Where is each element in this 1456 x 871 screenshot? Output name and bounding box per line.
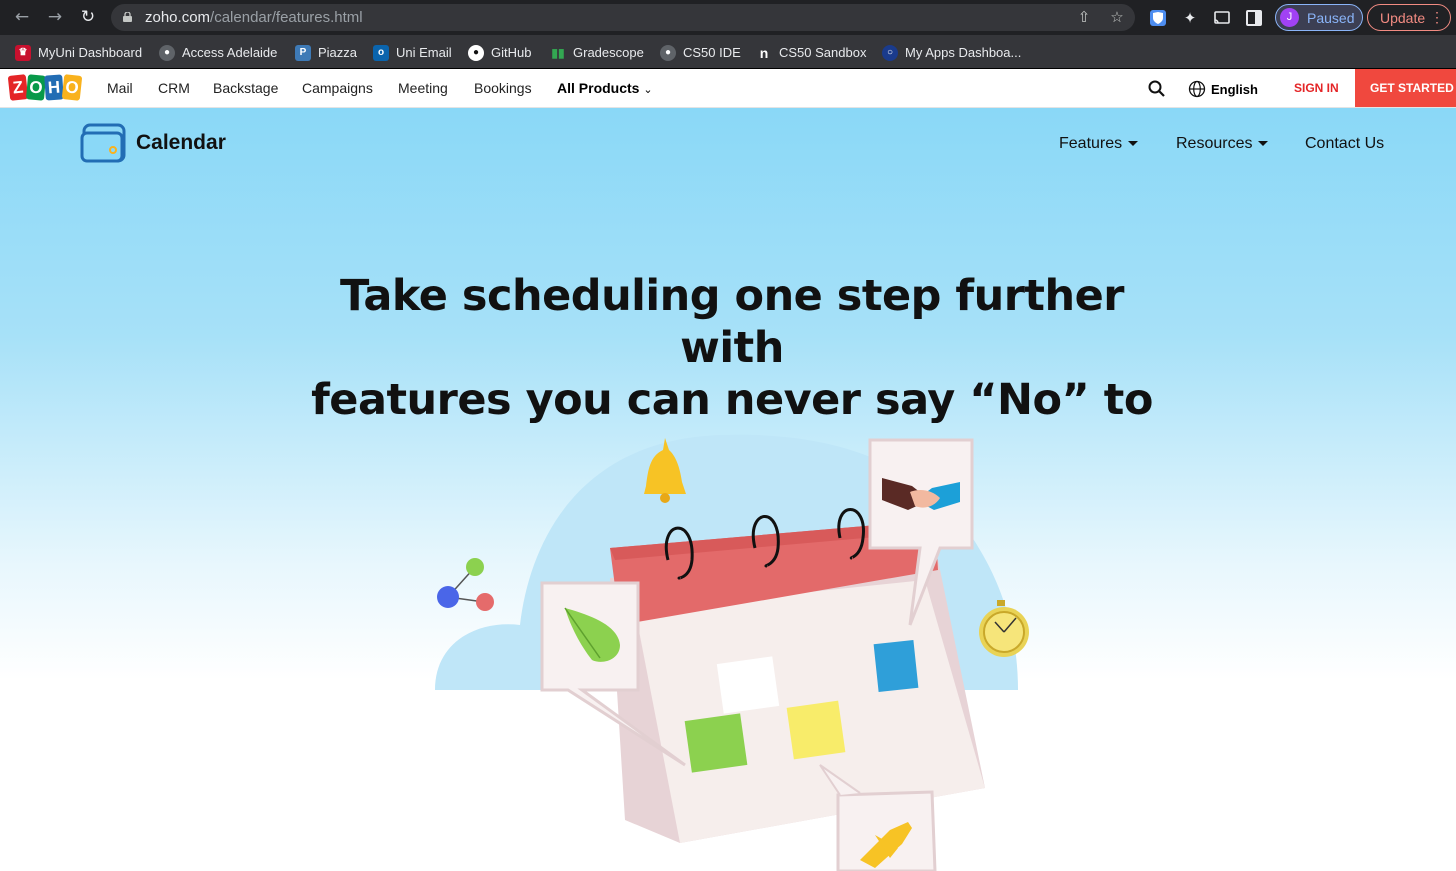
resources-label: Resources xyxy=(1176,135,1253,152)
cast-icon[interactable] xyxy=(1211,7,1233,29)
extensions-puzzle-icon[interactable]: ✦ xyxy=(1179,7,1201,29)
logo-letter: O xyxy=(25,74,47,101)
resources-menu[interactable]: Resources xyxy=(1176,135,1269,153)
calendar-illustration xyxy=(435,434,1029,871)
piazza-icon: P xyxy=(295,45,311,61)
gradescope-icon: ▮▮ xyxy=(551,46,565,60)
globe-icon xyxy=(1188,80,1206,98)
get-started-label: GET STARTED xyxy=(1370,81,1454,95)
get-started-button[interactable]: GET STARTED xyxy=(1355,69,1456,107)
star-icon[interactable]: ☆ xyxy=(1107,7,1127,27)
profile-status: Paused xyxy=(1307,10,1355,26)
nav-campaigns[interactable]: Campaigns xyxy=(302,80,373,96)
nav-meeting[interactable]: Meeting xyxy=(398,80,448,96)
avatar: J xyxy=(1280,8,1299,27)
share-nodes-icon xyxy=(437,558,494,611)
update-label: Update xyxy=(1380,10,1426,26)
nav-crm[interactable]: CRM xyxy=(158,80,190,96)
browser-toolbar: ← → ↻ zoho.com/calendar/features.html ⇧ … xyxy=(0,0,1456,35)
myuni-icon: ♛ xyxy=(15,45,31,61)
url-host: zoho.com xyxy=(145,9,211,26)
hero-headline: Take scheduling one step further with fe… xyxy=(290,270,1174,426)
lock-icon xyxy=(123,12,132,22)
nav-mail[interactable]: Mail xyxy=(107,80,133,96)
features-label: Features xyxy=(1059,135,1123,152)
bookmark-label: Access Adelaide xyxy=(182,45,278,60)
back-arrow-icon[interactable]: ← xyxy=(11,6,33,28)
address-bar[interactable]: zoho.com/calendar/features.html ⇧ ☆ xyxy=(111,4,1135,31)
contact-us-link[interactable]: Contact Us xyxy=(1305,135,1384,153)
reload-icon[interactable]: ↻ xyxy=(77,6,99,28)
globe-icon: ● xyxy=(660,45,676,61)
nav-all-products[interactable]: All Products ⌄ xyxy=(557,80,653,96)
bookmark-label: Piazza xyxy=(318,45,358,60)
update-button[interactable]: Update ⋮ xyxy=(1367,4,1451,31)
bookmark-label: My Apps Dashboa... xyxy=(905,45,1022,60)
nav-backstage[interactable]: Backstage xyxy=(213,80,278,96)
logo-letter: H xyxy=(44,74,64,101)
nav-bookings[interactable]: Bookings xyxy=(474,80,532,96)
bookmark-label: Uni Email xyxy=(396,45,452,60)
apps-icon: ○ xyxy=(882,45,898,61)
bitwarden-extension-icon[interactable] xyxy=(1147,7,1169,29)
globe-icon: ● xyxy=(159,45,175,61)
zoho-top-nav: Z O H O Mail CRM Backstage Campaigns Mee… xyxy=(0,69,1456,108)
bookmark-label: MyUni Dashboard xyxy=(38,45,143,60)
headline-line: features you can never say “No” to xyxy=(311,375,1153,425)
outlook-icon: o xyxy=(373,45,389,61)
forward-arrow-icon[interactable]: → xyxy=(44,6,66,28)
search-icon[interactable] xyxy=(1147,79,1167,99)
logo-letter: O xyxy=(61,74,83,101)
caret-down-icon xyxy=(1128,141,1139,147)
url-path: /calendar/features.html xyxy=(210,9,363,26)
url-text[interactable]: zoho.com/calendar/features.html xyxy=(145,9,363,26)
features-menu[interactable]: Features xyxy=(1059,135,1139,153)
calendar-logo-icon[interactable] xyxy=(80,123,128,163)
all-products-label: All Products xyxy=(557,80,640,96)
calendar-brand[interactable]: Calendar xyxy=(136,131,226,155)
github-icon: ● xyxy=(468,45,484,61)
bookmarks-bar: ♛ MyUni Dashboard ● Access Adelaide P Piazz… xyxy=(0,35,1456,69)
bookmark-label: Gradescope xyxy=(573,45,644,60)
zoho-logo[interactable]: Z O H O xyxy=(7,74,83,101)
bookmark-label: GitHub xyxy=(491,45,532,60)
language-label: English xyxy=(1211,82,1258,97)
chevron-down-icon: ⌄ xyxy=(643,83,653,96)
headline-line: Take scheduling one step further with xyxy=(340,271,1124,373)
sandbox-icon: n xyxy=(759,45,769,61)
sign-in-link[interactable]: SIGN IN xyxy=(1294,81,1339,95)
caret-down-icon xyxy=(1258,141,1269,147)
side-panel-icon[interactable] xyxy=(1243,7,1265,29)
profile-button[interactable]: J Paused xyxy=(1275,4,1363,31)
share-icon[interactable]: ⇧ xyxy=(1074,7,1094,27)
bookmark-label: CS50 Sandbox xyxy=(779,45,867,60)
more-vert-icon: ⋮ xyxy=(1430,9,1444,25)
bookmark-label: CS50 IDE xyxy=(683,45,741,60)
